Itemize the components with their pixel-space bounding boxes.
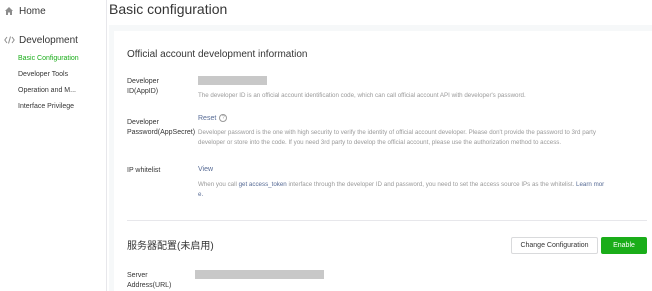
appsecret-desc-line2: developer or store into the code. If you… <box>198 139 562 146</box>
change-configuration-button[interactable]: Change Configuration <box>511 237 598 254</box>
sidebar-item-interface-privilege[interactable]: Interface Privilege <box>18 103 74 110</box>
get-access-token-link[interactable]: get access_token <box>239 181 287 188</box>
sidebar: Home Development Basic Configuration Dev… <box>0 0 107 291</box>
server-url-label-line2: Address(URL) <box>127 282 172 289</box>
sidebar-item-development[interactable]: Development <box>4 33 78 47</box>
section-divider <box>127 220 647 221</box>
server-section-title: 服务器配置(未启用) <box>127 241 214 252</box>
help-icon[interactable]: ? <box>219 114 228 122</box>
appsecret-label: Developer Password(AppSecret) <box>127 118 195 138</box>
appsecret-desc-line1: Developer password is the one with high … <box>198 129 596 136</box>
appid-description: The developer ID is an official account … <box>198 92 526 99</box>
appid-label-line1: Developer <box>127 78 159 85</box>
appsecret-description: Developer password is the one with high … <box>198 128 596 148</box>
learn-more-link[interactable]: Learn mor <box>576 181 604 188</box>
sidebar-item-home[interactable]: Home <box>4 4 46 18</box>
ip-whitelist-label: IP whitelist <box>127 167 161 174</box>
home-icon <box>4 6 14 16</box>
ip-whitelist-view-link[interactable]: View <box>198 166 213 173</box>
sidebar-home-label: Home <box>19 5 46 17</box>
appsecret-reset: Reset ? <box>198 114 228 122</box>
appid-label: Developer ID(AppID) <box>127 77 159 97</box>
whitelist-desc-post: interface through the developer ID and p… <box>286 181 575 188</box>
sidebar-item-developer-tools[interactable]: Developer Tools <box>18 71 68 78</box>
appsecret-label-line2: Password(AppSecret) <box>127 129 196 136</box>
enable-button[interactable]: Enable <box>601 237 647 254</box>
code-icon <box>4 35 15 45</box>
server-url-label-line1: Server <box>127 272 148 279</box>
learn-more-link-tail[interactable]: e. <box>198 191 203 198</box>
appsecret-label-line1: Developer <box>127 119 159 126</box>
reset-link[interactable]: Reset <box>198 115 216 122</box>
sidebar-development-label: Development <box>19 34 78 46</box>
appid-value-redacted <box>198 76 267 85</box>
server-url-label: Server Address(URL) <box>127 271 171 291</box>
server-url-value-redacted <box>195 270 324 279</box>
dev-info-section-title: Official account development information <box>127 49 308 60</box>
page-title: Basic configuration <box>109 1 228 17</box>
appid-label-line2: ID(AppID) <box>127 88 159 95</box>
sidebar-item-basic-configuration[interactable]: Basic Configuration <box>18 55 79 62</box>
ip-whitelist-description: When you call get access_token interface… <box>198 180 648 200</box>
whitelist-desc-pre: When you call <box>198 181 239 188</box>
sidebar-item-operation[interactable]: Operation and M... <box>18 87 76 94</box>
